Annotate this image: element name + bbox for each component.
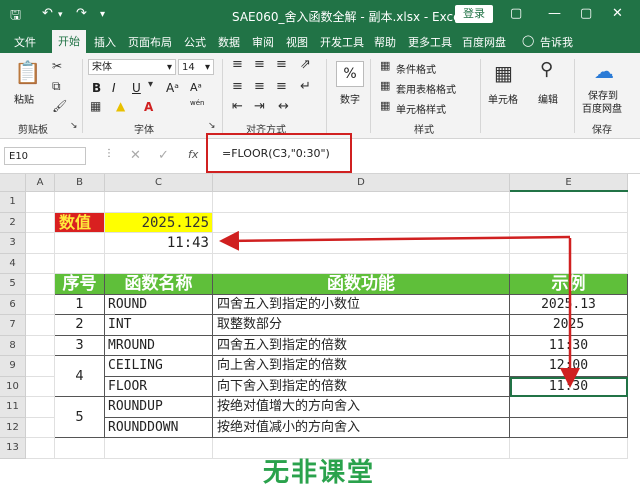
arrow-to-c3 bbox=[219, 230, 571, 251]
annotation-arrows bbox=[219, 230, 580, 388]
watermark-logo: 无非课堂 bbox=[263, 458, 376, 488]
